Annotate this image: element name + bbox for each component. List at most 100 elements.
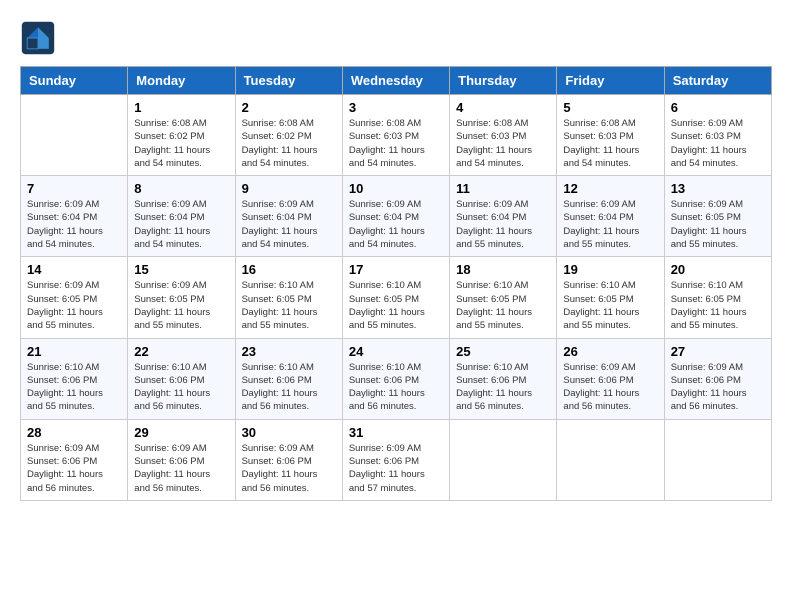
calendar-table: SundayMondayTuesdayWednesdayThursdayFrid… xyxy=(20,66,772,501)
calendar-cell: 22 Sunrise: 6:10 AM Sunset: 6:06 PM Dayli… xyxy=(128,338,235,419)
column-header-monday: Monday xyxy=(128,67,235,95)
day-info: Sunrise: 6:10 AM Sunset: 6:05 PM Dayligh… xyxy=(671,279,765,332)
day-number: 10 xyxy=(349,181,443,196)
day-info: Sunrise: 6:09 AM Sunset: 6:04 PM Dayligh… xyxy=(134,198,228,251)
day-number: 17 xyxy=(349,262,443,277)
day-info: Sunrise: 6:10 AM Sunset: 6:06 PM Dayligh… xyxy=(134,361,228,414)
day-info: Sunrise: 6:10 AM Sunset: 6:06 PM Dayligh… xyxy=(456,361,550,414)
day-info: Sunrise: 6:09 AM Sunset: 6:06 PM Dayligh… xyxy=(349,442,443,495)
calendar-week-row: 1 Sunrise: 6:08 AM Sunset: 6:02 PM Daylig… xyxy=(21,95,772,176)
day-info: Sunrise: 6:10 AM Sunset: 6:06 PM Dayligh… xyxy=(27,361,121,414)
logo xyxy=(20,20,60,56)
day-number: 11 xyxy=(456,181,550,196)
day-number: 12 xyxy=(563,181,657,196)
calendar-cell xyxy=(21,95,128,176)
day-info: Sunrise: 6:09 AM Sunset: 6:04 PM Dayligh… xyxy=(563,198,657,251)
day-number: 25 xyxy=(456,344,550,359)
column-header-wednesday: Wednesday xyxy=(342,67,449,95)
calendar-cell: 18Sunrise: 6:10 AM Sunset: 6:05 PM Dayli… xyxy=(450,257,557,338)
calendar-cell: 3Sunrise: 6:08 AM Sunset: 6:03 PM Daylig… xyxy=(342,95,449,176)
calendar-cell: 8 Sunrise: 6:09 AM Sunset: 6:04 PM Daylig… xyxy=(128,176,235,257)
calendar-cell: 21 Sunrise: 6:10 AM Sunset: 6:06 PM Dayli… xyxy=(21,338,128,419)
day-number: 9 xyxy=(242,181,336,196)
calendar-cell: 31 Sunrise: 6:09 AM Sunset: 6:06 PM Dayli… xyxy=(342,419,449,500)
calendar-cell: 26 Sunrise: 6:09 AM Sunset: 6:06 PM Dayli… xyxy=(557,338,664,419)
day-info: Sunrise: 6:10 AM Sunset: 6:05 PM Dayligh… xyxy=(349,279,443,332)
day-number: 31 xyxy=(349,425,443,440)
day-number: 14 xyxy=(27,262,121,277)
calendar-cell xyxy=(450,419,557,500)
calendar-cell: 11 Sunrise: 6:09 AM Sunset: 6:04 PM Dayli… xyxy=(450,176,557,257)
calendar-cell: 2 Sunrise: 6:08 AM Sunset: 6:02 PM Daylig… xyxy=(235,95,342,176)
day-number: 5 xyxy=(563,100,657,115)
calendar-week-row: 14 Sunrise: 6:09 AM Sunset: 6:05 PM Dayli… xyxy=(21,257,772,338)
day-number: 24 xyxy=(349,344,443,359)
calendar-cell: 13 Sunrise: 6:09 AM Sunset: 6:05 PM Dayli… xyxy=(664,176,771,257)
calendar-cell: 17 Sunrise: 6:10 AM Sunset: 6:05 PM Dayli… xyxy=(342,257,449,338)
calendar-body: 1 Sunrise: 6:08 AM Sunset: 6:02 PM Daylig… xyxy=(21,95,772,501)
calendar-cell: 15Sunrise: 6:09 AM Sunset: 6:05 PM Dayli… xyxy=(128,257,235,338)
day-info: Sunrise: 6:08 AM Sunset: 6:02 PM Dayligh… xyxy=(242,117,336,170)
day-info: Sunrise: 6:08 AM Sunset: 6:03 PM Dayligh… xyxy=(563,117,657,170)
day-number: 1 xyxy=(134,100,228,115)
day-number: 27 xyxy=(671,344,765,359)
day-number: 8 xyxy=(134,181,228,196)
column-header-friday: Friday xyxy=(557,67,664,95)
day-info: Sunrise: 6:10 AM Sunset: 6:05 PM Dayligh… xyxy=(242,279,336,332)
day-number: 4 xyxy=(456,100,550,115)
page-header xyxy=(20,20,772,56)
day-info: Sunrise: 6:10 AM Sunset: 6:06 PM Dayligh… xyxy=(242,361,336,414)
calendar-cell xyxy=(664,419,771,500)
column-header-saturday: Saturday xyxy=(664,67,771,95)
calendar-cell: 12 Sunrise: 6:09 AM Sunset: 6:04 PM Dayli… xyxy=(557,176,664,257)
day-info: Sunrise: 6:09 AM Sunset: 6:06 PM Dayligh… xyxy=(134,442,228,495)
day-info: Sunrise: 6:08 AM Sunset: 6:03 PM Dayligh… xyxy=(349,117,443,170)
day-number: 2 xyxy=(242,100,336,115)
day-info: Sunrise: 6:09 AM Sunset: 6:04 PM Dayligh… xyxy=(27,198,121,251)
calendar-cell: 20Sunrise: 6:10 AM Sunset: 6:05 PM Dayli… xyxy=(664,257,771,338)
calendar-cell: 5 Sunrise: 6:08 AM Sunset: 6:03 PM Daylig… xyxy=(557,95,664,176)
day-number: 13 xyxy=(671,181,765,196)
day-info: Sunrise: 6:08 AM Sunset: 6:03 PM Dayligh… xyxy=(456,117,550,170)
day-info: Sunrise: 6:09 AM Sunset: 6:06 PM Dayligh… xyxy=(563,361,657,414)
day-number: 26 xyxy=(563,344,657,359)
column-header-sunday: Sunday xyxy=(21,67,128,95)
column-header-tuesday: Tuesday xyxy=(235,67,342,95)
day-info: Sunrise: 6:10 AM Sunset: 6:06 PM Dayligh… xyxy=(349,361,443,414)
day-number: 6 xyxy=(671,100,765,115)
day-number: 30 xyxy=(242,425,336,440)
day-info: Sunrise: 6:09 AM Sunset: 6:05 PM Dayligh… xyxy=(671,198,765,251)
calendar-cell: 30Sunrise: 6:09 AM Sunset: 6:06 PM Dayli… xyxy=(235,419,342,500)
day-info: Sunrise: 6:09 AM Sunset: 6:04 PM Dayligh… xyxy=(349,198,443,251)
calendar-cell: 19 Sunrise: 6:10 AM Sunset: 6:05 PM Dayli… xyxy=(557,257,664,338)
day-info: Sunrise: 6:09 AM Sunset: 6:05 PM Dayligh… xyxy=(27,279,121,332)
column-header-thursday: Thursday xyxy=(450,67,557,95)
calendar-week-row: 21 Sunrise: 6:10 AM Sunset: 6:06 PM Dayli… xyxy=(21,338,772,419)
day-info: Sunrise: 6:09 AM Sunset: 6:03 PM Dayligh… xyxy=(671,117,765,170)
calendar-week-row: 7 Sunrise: 6:09 AM Sunset: 6:04 PM Daylig… xyxy=(21,176,772,257)
day-number: 19 xyxy=(563,262,657,277)
day-number: 7 xyxy=(27,181,121,196)
day-info: Sunrise: 6:09 AM Sunset: 6:04 PM Dayligh… xyxy=(456,198,550,251)
day-number: 22 xyxy=(134,344,228,359)
calendar-cell: 23 Sunrise: 6:10 AM Sunset: 6:06 PM Dayli… xyxy=(235,338,342,419)
calendar-cell: 16 Sunrise: 6:10 AM Sunset: 6:05 PM Dayli… xyxy=(235,257,342,338)
calendar-cell: 1Sunrise: 6:08 AM Sunset: 6:02 PM Daylig… xyxy=(128,95,235,176)
day-number: 29 xyxy=(134,425,228,440)
calendar-cell: 25 Sunrise: 6:10 AM Sunset: 6:06 PM Dayli… xyxy=(450,338,557,419)
calendar-cell: 7 Sunrise: 6:09 AM Sunset: 6:04 PM Daylig… xyxy=(21,176,128,257)
day-info: Sunrise: 6:09 AM Sunset: 6:05 PM Dayligh… xyxy=(134,279,228,332)
calendar-cell: 24 Sunrise: 6:10 AM Sunset: 6:06 PM Dayli… xyxy=(342,338,449,419)
day-number: 18 xyxy=(456,262,550,277)
day-number: 28 xyxy=(27,425,121,440)
calendar-cell: 9Sunrise: 6:09 AM Sunset: 6:04 PM Daylig… xyxy=(235,176,342,257)
day-info: Sunrise: 6:09 AM Sunset: 6:06 PM Dayligh… xyxy=(671,361,765,414)
day-number: 21 xyxy=(27,344,121,359)
day-number: 16 xyxy=(242,262,336,277)
calendar-cell: 28Sunrise: 6:09 AM Sunset: 6:06 PM Dayli… xyxy=(21,419,128,500)
calendar-cell: 14 Sunrise: 6:09 AM Sunset: 6:05 PM Dayli… xyxy=(21,257,128,338)
logo-icon xyxy=(20,20,56,56)
day-number: 23 xyxy=(242,344,336,359)
calendar-header-row: SundayMondayTuesdayWednesdayThursdayFrid… xyxy=(21,67,772,95)
day-info: Sunrise: 6:10 AM Sunset: 6:05 PM Dayligh… xyxy=(563,279,657,332)
